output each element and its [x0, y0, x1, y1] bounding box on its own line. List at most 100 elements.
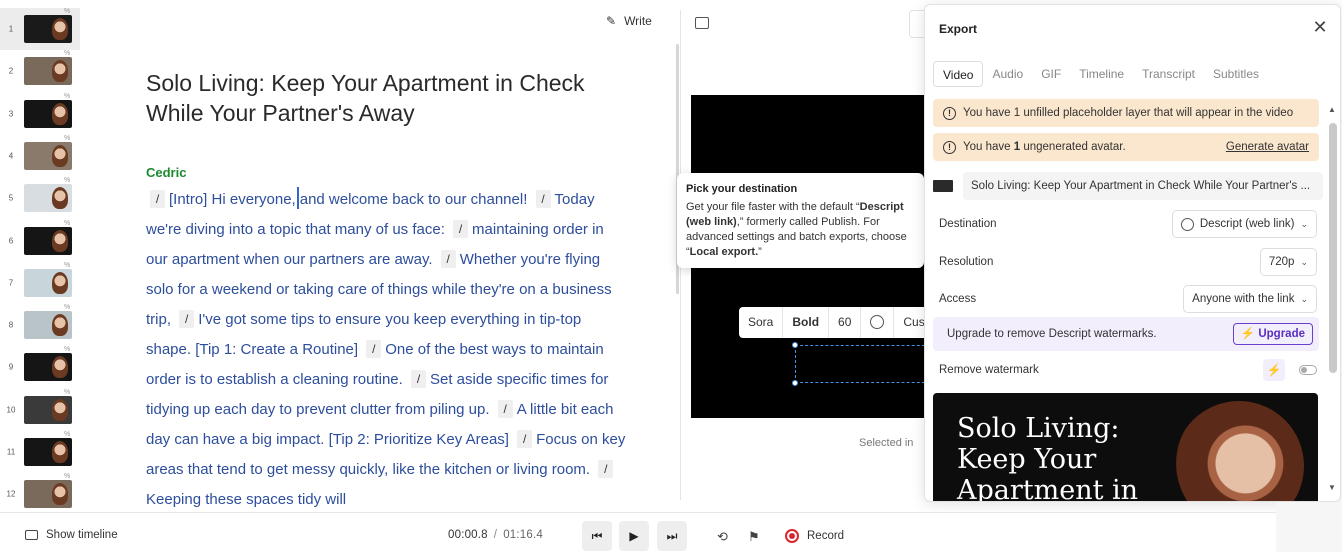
scene-portrait	[52, 356, 68, 379]
scene-number: 9	[8, 362, 14, 372]
script-text[interactable]: / [Intro] Hi everyone, and welcome back to…	[146, 185, 626, 515]
scroll-down-icon[interactable]: ▼	[1328, 483, 1336, 492]
fullscreen-icon[interactable]	[695, 17, 709, 29]
composition-row: Solo Living: Keep Your Apartment in Chec…	[933, 172, 1323, 200]
tab-video[interactable]: Video	[933, 61, 984, 87]
scene-number: 10	[6, 405, 16, 415]
scene-break-marker[interactable]: /	[440, 250, 456, 268]
export-scrollbar[interactable]: ▲ ▼	[1326, 105, 1338, 495]
scene-break-marker[interactable]: /	[598, 460, 614, 478]
loop-icon[interactable]: ⟲	[717, 529, 728, 545]
access-select[interactable]: Anyone with the link ⌄	[1183, 285, 1317, 313]
scene-number: 7	[8, 278, 14, 288]
skip-forward-button[interactable]: ⏭	[657, 521, 687, 551]
script-segment[interactable]: and welcome back to our channel!	[300, 191, 528, 208]
speaker-label[interactable]: Cedric	[146, 165, 186, 180]
warning-text: You have 1 unfilled placeholder layer th…	[963, 107, 1294, 119]
export-title: Export	[939, 22, 978, 36]
script-segment[interactable]: [Intro] Hi everyone,	[169, 191, 296, 208]
tab-transcript[interactable]: Transcript	[1133, 61, 1204, 87]
current-time: 00:00.8	[448, 529, 488, 541]
tooltip-title: Pick your destination	[686, 183, 798, 195]
generate-avatar-link[interactable]: Generate avatar	[1226, 141, 1309, 153]
timeline-icon	[25, 530, 38, 540]
warning-icon: !	[943, 140, 956, 154]
total-time: 01:16.4	[503, 529, 543, 541]
scene-thumbnail[interactable]: 6%	[0, 220, 80, 262]
scene-portrait	[52, 271, 68, 294]
scene-break-marker[interactable]: /	[497, 400, 513, 418]
write-button[interactable]: ✎ Write	[606, 14, 652, 28]
font-size-input[interactable]: 60	[829, 307, 862, 338]
composition-name-field[interactable]: Solo Living: Keep Your Apartment in Chec…	[963, 172, 1323, 200]
resize-handle[interactable]	[792, 342, 798, 348]
preview-portrait	[1174, 401, 1304, 501]
scene-thumbnail[interactable]: 8%	[0, 304, 80, 346]
scene-thumbnail[interactable]: 11%	[0, 431, 80, 473]
scene-break-marker[interactable]: /	[366, 340, 382, 358]
export-preview: Solo Living: Keep Your Apartment in	[933, 393, 1318, 501]
scene-preview	[24, 141, 72, 170]
scene-portrait	[52, 144, 68, 167]
upgrade-button[interactable]: ⚡ Upgrade	[1232, 323, 1313, 345]
link-icon: %	[64, 346, 71, 354]
scene-thumbnail[interactable]: 10%	[0, 389, 80, 431]
transport-bar: Show timeline 00:00.8/01:16.4 ⏮ ▶ ⏭ ⟲ ⚑ …	[0, 512, 1276, 552]
resize-handle[interactable]	[792, 380, 798, 386]
scene-preview	[24, 311, 72, 340]
scene-thumbnail[interactable]: 3%	[0, 93, 80, 135]
placeholder-warning: ! You have 1 unfilled placeholder layer …	[933, 99, 1319, 127]
record-button[interactable]: Record	[785, 529, 844, 543]
scene-portrait	[52, 18, 68, 40]
scene-thumbnail[interactable]: 9%	[0, 346, 80, 388]
script-segment[interactable]: Keeping these spaces tidy will	[146, 491, 346, 508]
scene-preview	[24, 353, 72, 382]
scene-preview	[24, 395, 72, 424]
scene-thumbnail[interactable]: 5%	[0, 177, 80, 219]
link-icon: %	[64, 92, 71, 100]
remove-watermark-toggle[interactable]	[1299, 365, 1317, 375]
tab-audio[interactable]: Audio	[983, 61, 1032, 87]
tab-timeline[interactable]: Timeline	[1070, 61, 1133, 87]
scene-break-marker[interactable]: /	[150, 190, 165, 208]
font-weight-select[interactable]: Bold	[783, 307, 830, 338]
tab-gif[interactable]: GIF	[1032, 61, 1070, 87]
tab-subtitles[interactable]: Subtitles	[1204, 61, 1268, 87]
scene-thumbnail[interactable]: 1%	[0, 8, 80, 50]
destination-row: Destination Descript (web link) ⌄	[939, 209, 1317, 239]
export-panel: Export ✕ Video Audio GIF Timeline Transcript…	[924, 4, 1341, 502]
document-title[interactable]: Solo Living: Keep Your Apartment in Chec…	[146, 68, 616, 128]
scene-break-marker[interactable]: /	[517, 430, 533, 448]
text-layer-selection[interactable]	[792, 342, 935, 386]
bolt-icon: ⚡	[1263, 359, 1285, 381]
font-family-select[interactable]: Sora	[739, 307, 784, 338]
destination-select[interactable]: Descript (web link) ⌄	[1171, 210, 1317, 238]
scene-break-marker[interactable]: /	[411, 370, 426, 388]
scene-preview	[24, 480, 72, 509]
scrollbar-thumb[interactable]	[1329, 123, 1337, 373]
scroll-up-icon[interactable]: ▲	[1328, 105, 1336, 114]
bookmark-icon[interactable]: ⚑	[748, 529, 760, 545]
scene-break-marker[interactable]: /	[453, 220, 469, 238]
resolution-select[interactable]: 720p ⌄	[1259, 248, 1317, 276]
text-color-button[interactable]	[861, 307, 895, 338]
scene-break-marker[interactable]: /	[535, 190, 551, 208]
export-tabs: Video Audio GIF Timeline Transcript Subtitles	[933, 61, 1335, 87]
side-strip	[1276, 502, 1342, 552]
show-timeline-button[interactable]: Show timeline	[25, 529, 118, 541]
scene-number: 3	[8, 109, 14, 119]
globe-icon	[1180, 217, 1194, 231]
scene-portrait	[52, 102, 68, 125]
scene-break-marker[interactable]: /	[179, 310, 195, 328]
play-button[interactable]: ▶	[619, 521, 649, 551]
scene-thumbnail[interactable]: 2%	[0, 50, 80, 92]
scene-number: 11	[6, 447, 16, 457]
scene-thumbnail[interactable]: 4%	[0, 135, 80, 177]
close-icon[interactable]: ✕	[1312, 18, 1328, 36]
upgrade-text: Upgrade to remove Descript watermarks.	[947, 328, 1157, 340]
scene-thumbnail[interactable]: 7%	[0, 262, 80, 304]
link-icon: %	[64, 134, 71, 142]
skip-back-button[interactable]: ⏮	[582, 521, 612, 551]
scene-thumbnail[interactable]: 12%	[0, 473, 80, 515]
bolt-icon: ⚡	[1240, 328, 1256, 340]
